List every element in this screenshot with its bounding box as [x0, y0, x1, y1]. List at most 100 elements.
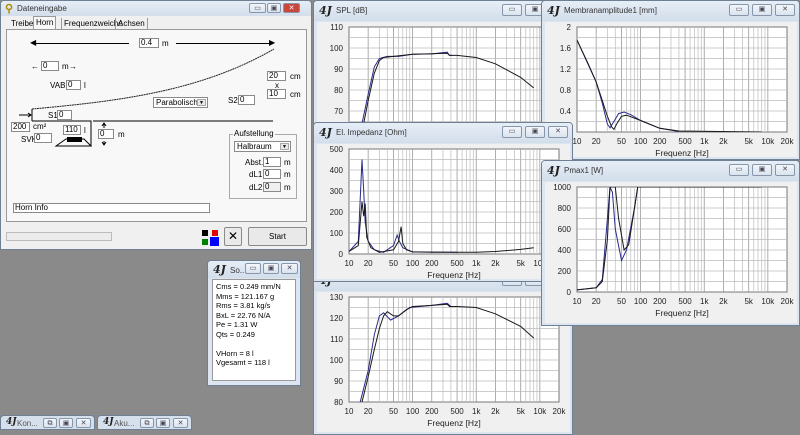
sound-window-titlebar[interactable]: 4J So... ▭ ▣ ✕ — [208, 261, 300, 278]
y-tick-label: 1.2 — [560, 65, 572, 74]
x-tick-label: 10 — [573, 297, 582, 306]
color-red[interactable] — [212, 230, 218, 236]
aufstellung-label: Aufstellung — [233, 129, 275, 138]
chart-title: El. Impedanz [Ohm] — [336, 128, 407, 137]
x-tick-label: 20 — [592, 297, 601, 306]
dl2-label: dL2 — [249, 183, 263, 192]
maximize-button[interactable]: ▣ — [156, 418, 170, 428]
chart-titlebar[interactable]: 4J Pmax1 [W] ▭ ▣ ✕ — [542, 161, 799, 181]
unit-label: cm — [290, 72, 301, 81]
y-tick-label: 110 — [330, 335, 343, 344]
membran-window[interactable]: 4JMembranamplitude1 [mm]▭▣✕00.40.81.21.6… — [541, 0, 800, 160]
x-tick-label: 200 — [425, 259, 439, 268]
y-tick-label: 110 — [330, 23, 343, 32]
y-tick-label: 100 — [330, 356, 344, 365]
chart-titlebar[interactable]: 4J Membranamplitude1 [mm] ▭ ▣ ✕ — [542, 1, 799, 21]
close-button[interactable]: ✕ — [775, 164, 795, 176]
close-icon: ✕ — [227, 229, 239, 243]
close-button[interactable]: ✕ — [548, 126, 568, 138]
x-tick-label: 2k — [719, 137, 728, 146]
flare-select[interactable]: Parabolisch ▼ — [153, 97, 208, 108]
dl2-input[interactable]: 0 — [263, 182, 281, 192]
color-black[interactable] — [202, 230, 208, 236]
horn-info-field[interactable]: Horn Info — [13, 203, 210, 213]
y-tick-label: 1.6 — [560, 44, 572, 53]
input-window[interactable]: ⚲ Dateneingabe ▭ ▣ ✕ Treiber Horn Freque… — [0, 0, 312, 250]
x-axis-label: Frequenz [Hz] — [427, 418, 480, 428]
chevron-down-icon: ▼ — [280, 143, 289, 150]
unit-label: l — [84, 126, 86, 135]
y-tick-label: 600 — [558, 225, 572, 234]
x-tick-label: 2k — [719, 297, 728, 306]
impedance-window[interactable]: 4J El. Impedanz [Ohm] ▭ ▣ ✕ 0 100 200 300 400 500 1… — [313, 122, 573, 282]
color-blue[interactable] — [210, 237, 219, 246]
minimize-button[interactable]: ▭ — [502, 4, 522, 16]
close-button[interactable]: ✕ — [76, 418, 91, 428]
x-tick-label: 20k — [553, 407, 567, 416]
x-tick-label: 50 — [617, 297, 626, 306]
minimize-button[interactable]: ▭ — [245, 263, 261, 274]
y-tick-label: 90 — [334, 65, 343, 74]
throat-area-input[interactable]: 200 — [11, 122, 30, 132]
dl1-input[interactable]: 0 — [263, 169, 281, 179]
x-tick-label: 10k — [761, 297, 775, 306]
y-tick-label: 90 — [334, 377, 343, 386]
placement-select[interactable]: Halbraum ▼ — [234, 141, 291, 152]
y-tick-label: 100 — [330, 229, 344, 238]
close-button[interactable]: ✕ — [281, 263, 298, 274]
close-button[interactable]: ✕ — [173, 418, 188, 428]
chart-titlebar[interactable]: 4J El. Impedanz [Ohm] ▭ ▣ ✕ — [314, 123, 572, 143]
y-tick-label: 300 — [330, 187, 344, 196]
chart-titlebar[interactable]: 4JSPL [dB]▭▣✕ — [314, 1, 572, 21]
mouth-height-input[interactable]: 10 — [267, 89, 286, 99]
chevron-down-icon: ▼ — [197, 99, 206, 106]
minimized-window-kon[interactable]: 4J Kon... ⧉ ▣ ✕ — [0, 415, 95, 430]
maximize-button[interactable]: ▣ — [525, 126, 545, 138]
start-button[interactable]: Start — [248, 227, 307, 246]
s2-input[interactable]: 0 — [238, 95, 255, 105]
placement-value: Halbraum — [237, 142, 272, 151]
app-logo: 4J — [213, 263, 226, 276]
y-tick-label: 1000 — [553, 183, 571, 192]
minimize-button[interactable]: ▭ — [502, 126, 522, 138]
x-tick-label: 2k — [491, 259, 500, 268]
svk-input[interactable]: 0 — [34, 133, 52, 143]
restore-button[interactable]: ⧉ — [43, 418, 57, 428]
mouth-width-input[interactable]: 20 — [267, 71, 286, 81]
unit-label: m — [118, 130, 125, 139]
color-green[interactable] — [202, 239, 208, 245]
y-tick-label: 500 — [330, 145, 344, 154]
parameter-line: Mms = 121.167 g — [216, 291, 275, 301]
s1-input[interactable]: 0 — [57, 110, 72, 120]
minimize-button[interactable]: ▭ — [729, 4, 749, 16]
window-title: So... — [230, 266, 247, 275]
abst-label: Abst. — [245, 158, 264, 167]
x-tick-label: 5k — [516, 407, 525, 416]
close-button[interactable]: ✕ — [775, 4, 795, 16]
maximize-button[interactable]: ▣ — [752, 4, 772, 16]
parameter-text[interactable]: Cms = 0.249 mm/N Mms = 121.167 g Rms = 3.8… — [212, 279, 296, 381]
maximize-button[interactable]: ▣ — [263, 263, 279, 274]
x-tick-label: 20k — [781, 297, 795, 306]
parameter-line: Pe = 1.31 W — [216, 320, 258, 329]
cancel-button[interactable]: ✕ — [224, 227, 242, 246]
x-tick-label: 20 — [364, 407, 373, 416]
driver-offset-input[interactable]: 0 — [98, 129, 114, 139]
chamber-volume-input[interactable]: 110 — [63, 125, 81, 135]
x-tick-label: 5k — [744, 137, 753, 146]
maximize-button[interactable]: ▣ — [59, 418, 73, 428]
x-tick-label: 500 — [450, 259, 464, 268]
app-logo: 4J — [319, 126, 332, 139]
maximize-button[interactable]: ▣ — [752, 164, 772, 176]
minimized-window-aku[interactable]: 4J Aku... ⧉ ▣ ✕ — [97, 415, 192, 430]
pmax-window[interactable]: 4J Pmax1 [W] ▭ ▣ ✕ 0 200 400 600 800 1000 10 20 50 100… — [541, 160, 800, 326]
x-tick-label: 200 — [653, 137, 667, 146]
restore-button[interactable]: ⧉ — [140, 418, 154, 428]
y-tick-label: 80 — [334, 86, 343, 95]
abst-input[interactable]: 1 — [263, 157, 281, 167]
sound-window[interactable]: 4J So... ▭ ▣ ✕ Cms = 0.249 mm/N Mms = 121… — [207, 260, 301, 386]
minimize-button[interactable]: ▭ — [729, 164, 749, 176]
x-tick-label: 1k — [472, 407, 481, 416]
x-tick-label: 100 — [634, 137, 648, 146]
spl-max-window[interactable]: 4J▭▣✕80901001101201301020501002005001k2k… — [313, 270, 573, 435]
